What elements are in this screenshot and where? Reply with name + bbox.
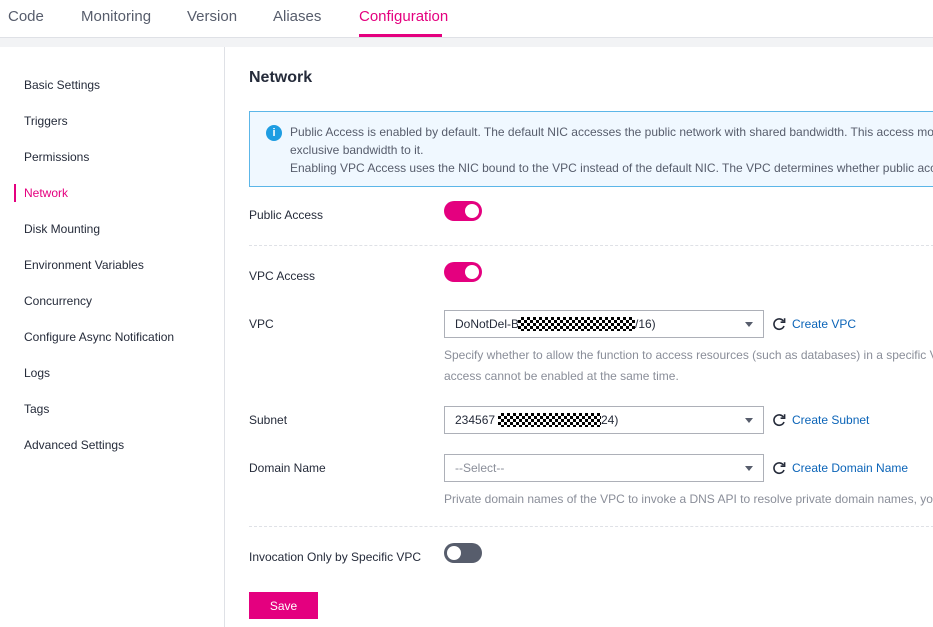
chevron-down-icon [745,418,753,423]
domain-placeholder: --Select-- [455,461,505,475]
notice-line: Public Access is enabled by default. The… [290,125,933,139]
divider [249,526,933,527]
redacted-mask [518,317,635,331]
info-notice: i Public Access is enabled by default. T… [249,111,933,187]
divider [249,245,933,246]
subnet-select[interactable]: 234567 24) [444,406,764,434]
redacted-mask [498,413,601,427]
domain-name-label: Domain Name [249,461,326,475]
chevron-down-icon [745,466,753,471]
sidebar-item-label: Advanced Settings [24,438,125,452]
sidebar-item-label: Network [24,186,69,200]
tab-code[interactable]: Code [8,0,44,36]
create-domain-name-link[interactable]: Create Domain Name [792,461,908,475]
config-sidebar: Basic Settings Triggers Permissions Netw… [4,47,225,627]
network-panel: Network i Public Access is enabled by de… [225,47,933,627]
refresh-icon[interactable] [772,413,786,427]
vpc-value-suffix: /16) [635,317,656,331]
sidebar-item-logs[interactable]: Logs [4,361,224,385]
public-access-label: Public Access [249,208,324,222]
sidebar-item-label: Tags [24,402,50,416]
sidebar-item-label: Disk Mounting [24,222,101,236]
section-gap [0,38,933,47]
create-subnet-link[interactable]: Create Subnet [792,413,869,427]
vpc-access-toggle[interactable] [444,262,482,282]
sidebar-item-environment-variables[interactable]: Environment Variables [4,253,224,277]
sidebar-item-advanced-settings[interactable]: Advanced Settings [4,433,224,457]
toggle-knob [465,265,479,279]
tab-bar: Code Monitoring Version Aliases Configur… [0,0,933,38]
sidebar-item-disk-mounting[interactable]: Disk Mounting [4,217,224,241]
sidebar-item-basic-settings[interactable]: Basic Settings [4,73,224,97]
sidebar-item-concurrency[interactable]: Concurrency [4,289,224,313]
create-vpc-link[interactable]: Create VPC [792,317,856,331]
sidebar-item-label: Concurrency [24,294,93,308]
sidebar-item-permissions[interactable]: Permissions [4,145,224,169]
tab-configuration[interactable]: Configuration [359,0,448,37]
toggle-knob [447,546,461,560]
notice-line: exclusive bandwidth to it. [290,143,424,157]
sidebar-item-network[interactable]: Network [4,181,224,205]
sidebar-item-label: Environment Variables [24,258,144,272]
domain-hint: Private domain names of the VPC to invok… [444,492,933,506]
subnet-value-prefix: 234567 [455,413,496,427]
vpc-hint: Specify whether to allow the function to… [444,348,933,362]
chevron-down-icon [745,322,753,327]
vpc-select[interactable]: DoNotDel-B /16) [444,310,764,338]
sidebar-item-label: Logs [24,366,51,380]
sidebar-item-tags[interactable]: Tags [4,397,224,421]
sidebar-item-triggers[interactable]: Triggers [4,109,224,133]
tab-version[interactable]: Version [187,0,237,36]
subnet-label: Subnet [249,413,288,427]
vpc-label: VPC [249,317,274,331]
sidebar-item-label: Permissions [24,150,90,164]
public-access-toggle[interactable] [444,201,482,221]
toggle-knob [465,204,479,218]
notice-line: Enabling VPC Access uses the NIC bound t… [290,161,933,175]
vpc-hint: access cannot be enabled at the same tim… [444,369,679,383]
sidebar-item-async-notification[interactable]: Configure Async Notification [4,325,224,349]
info-icon: i [266,125,282,141]
page-title: Network [249,69,313,86]
domain-name-select[interactable]: --Select-- [444,454,764,482]
sidebar-item-label: Basic Settings [24,78,101,92]
invocation-vpc-label: Invocation Only by Specific VPC [249,550,422,564]
save-button[interactable]: Save [249,592,318,619]
tab-aliases[interactable]: Aliases [273,0,321,36]
sidebar-item-label: Configure Async Notification [24,330,175,344]
active-indicator [14,184,16,202]
vpc-value-prefix: DoNotDel-B [455,317,520,331]
vpc-access-label: VPC Access [249,269,316,283]
refresh-icon[interactable] [772,461,786,475]
sidebar-item-label: Triggers [24,114,68,128]
invocation-vpc-toggle[interactable] [444,543,482,563]
tab-monitoring[interactable]: Monitoring [81,0,151,36]
refresh-icon[interactable] [772,317,786,331]
subnet-value-suffix: 24) [601,413,619,427]
